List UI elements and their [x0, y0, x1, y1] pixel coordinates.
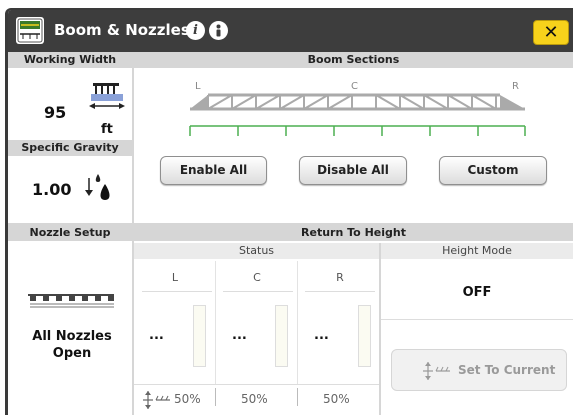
rth-center-bar: [275, 305, 288, 367]
set-to-current-button[interactable]: Set To Current: [391, 349, 567, 391]
boom-sections-header: Boom Sections: [134, 52, 573, 68]
rth-center-value: ...: [232, 328, 247, 343]
rth-divider: [379, 243, 381, 415]
return-to-height-header: Return To Height: [134, 225, 573, 241]
info-icon[interactable]: i: [186, 21, 205, 40]
pct-sep-1: [215, 388, 216, 406]
specific-gravity-icon: [84, 172, 114, 204]
specific-gravity-header: Specific Gravity: [8, 140, 132, 156]
percent-row-rule: [134, 384, 379, 385]
height-mode-rule: [381, 319, 573, 320]
height-sensor-icon: [422, 361, 452, 381]
rth-left-bar: [193, 305, 206, 367]
boom-nozzles-window: Boom & Nozzles i ✕ Working Width 95 ft S…: [5, 8, 573, 415]
col-sep-2: [297, 261, 298, 384]
col-sep-1: [215, 261, 216, 384]
rth-left-value: ...: [149, 328, 164, 343]
disable-all-button[interactable]: Disable All: [299, 156, 407, 185]
specific-gravity-value: 1.00: [32, 180, 72, 199]
enable-all-button[interactable]: Enable All: [160, 156, 267, 185]
working-width-unit: ft: [101, 122, 113, 137]
custom-button[interactable]: Custom: [439, 156, 547, 185]
nozzle-setup-header: Nozzle Setup: [8, 225, 132, 241]
nozzles-icon: [26, 290, 116, 312]
rth-col-label-left: L: [171, 271, 179, 284]
sprayer-icon: [16, 17, 44, 44]
boom-diagram: [180, 90, 532, 136]
set-to-current-label: Set To Current: [458, 363, 556, 377]
rth-right-value: ...: [314, 328, 329, 343]
rth-center-percent: 50%: [241, 392, 268, 406]
help-icon[interactable]: [209, 21, 228, 40]
status-subheader: Status: [134, 243, 379, 259]
rth-right-bar: [358, 305, 371, 367]
working-width-header: Working Width: [8, 52, 132, 68]
col-rule-left: [142, 291, 212, 292]
col-rule-right: [305, 291, 375, 292]
boom-width-icon: [87, 82, 127, 116]
window-title: Boom & Nozzles: [54, 21, 190, 39]
pct-sep-2: [297, 388, 298, 406]
title-bar: Boom & Nozzles i ✕: [8, 10, 573, 52]
close-button[interactable]: ✕: [533, 20, 569, 45]
height-mode-subheader: Height Mode: [381, 243, 573, 259]
rth-right-percent: 50%: [323, 392, 350, 406]
rth-col-label-center: C: [253, 271, 261, 284]
rth-left-percent: 50%: [174, 392, 201, 406]
height-sensor-icon: [142, 390, 172, 410]
working-width-value: 95: [44, 103, 67, 122]
height-mode-value: OFF: [462, 285, 492, 300]
nozzle-status: All Nozzles Open: [32, 329, 112, 361]
boom-truss-graphic: [189, 93, 526, 136]
rth-col-label-right: R: [336, 271, 344, 284]
col-rule-center: [223, 291, 293, 292]
